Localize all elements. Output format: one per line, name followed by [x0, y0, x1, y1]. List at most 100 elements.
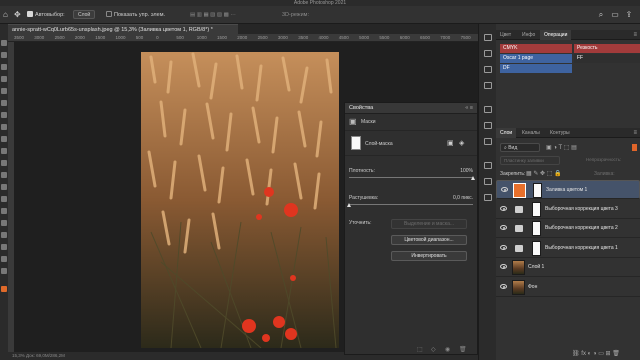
adjustment-layer-icon[interactable] [515, 205, 523, 213]
layer-mask-thumbnail[interactable] [532, 240, 541, 256]
layer-name[interactable]: Фон [528, 278, 537, 297]
document-image[interactable] [141, 52, 339, 348]
properties-header[interactable]: Свойства « ≡ [345, 103, 477, 114]
layer-thumbnail[interactable] [512, 260, 525, 275]
layer-filter-dropdown[interactable]: ⌕ Вид [500, 143, 540, 152]
layer-mask-thumbnail[interactable] [533, 183, 542, 198]
disable-mask-icon[interactable]: ◉ [445, 346, 450, 353]
feather-value[interactable]: 0,0 пикс. [425, 195, 473, 201]
visibility-eye-icon[interactable] [500, 225, 507, 230]
home-icon[interactable]: ⌂ [3, 10, 8, 20]
layer-row[interactable]: Выборочная коррекция цвета 3 [496, 200, 640, 219]
layer-row[interactable]: Слой 1 [496, 258, 640, 277]
properties-icon[interactable] [484, 106, 492, 113]
layer-name[interactable]: Заливка цветом 1 [546, 181, 587, 200]
action-item[interactable]: DF [500, 64, 572, 73]
search-icon[interactable]: ⌕ [596, 10, 606, 20]
layer-thumbnail[interactable] [512, 279, 525, 295]
align-icons[interactable]: ▤ ▥ ▦ ▧ ▨ ▩ ··· [190, 10, 236, 20]
path-select-tool-icon[interactable] [1, 232, 7, 238]
layer-row[interactable]: Заливка цветом 1 [496, 180, 640, 199]
action-item[interactable]: FF [574, 54, 640, 63]
adjustment-layer-icon[interactable] [515, 244, 523, 252]
stamp-tool-icon[interactable] [1, 136, 7, 142]
pen-tool-icon[interactable] [1, 208, 7, 214]
brush-settings-icon[interactable] [484, 50, 492, 57]
gradients-icon[interactable] [484, 194, 492, 201]
adjustments-icon[interactable] [484, 122, 492, 129]
auto-select-toggle[interactable]: Автовыбор: [27, 10, 65, 20]
visibility-eye-icon[interactable] [501, 187, 508, 192]
adjustment-layer-icon[interactable] [515, 225, 523, 232]
vector-mask-icon[interactable]: ◈ [459, 139, 464, 147]
load-selection-icon[interactable]: ⬚ [417, 346, 423, 353]
marquee-tool-icon[interactable] [1, 52, 7, 58]
action-item[interactable]: Резкость [574, 44, 640, 53]
feather-slider[interactable] [349, 204, 473, 205]
crop-tool-icon[interactable] [1, 88, 7, 94]
delete-mask-icon[interactable]: 🗑 [459, 346, 467, 353]
auto-select-checkbox[interactable] [27, 11, 33, 17]
share-icon[interactable]: ⇪ [624, 10, 634, 20]
fill-color-thumbnail[interactable] [513, 183, 526, 198]
visibility-eye-icon[interactable] [500, 205, 507, 211]
layer-row[interactable]: Выборочная коррекция цвета 2 [496, 219, 640, 238]
action-item[interactable]: Oscar 1 page [500, 54, 572, 63]
lock-icons[interactable]: ▦ ✎ ✥ ⬚ 🔒 [526, 170, 562, 177]
select-pixel-mask-icon[interactable]: ▣ [447, 139, 454, 147]
layer-mask-thumbnail[interactable] [532, 221, 541, 236]
layer-mask-thumbnail[interactable] [351, 136, 361, 150]
shape-tool-icon[interactable] [1, 244, 7, 250]
layer-filter-icons[interactable]: ▣ ◑ T ⬚ ▤ [546, 144, 577, 151]
type-tool-icon[interactable] [1, 220, 7, 226]
brush-tool-icon[interactable] [1, 124, 7, 130]
panel-menu-icon[interactable]: ≡ [633, 30, 637, 40]
swatches-icon[interactable] [484, 178, 492, 185]
show-controls-toggle[interactable]: Показать упр. элем. [106, 10, 165, 20]
feather-slider-handle[interactable] [346, 203, 351, 207]
auto-select-dropdown[interactable]: Слой [73, 10, 96, 20]
density-slider[interactable] [349, 177, 473, 178]
invert-button[interactable]: Инвертировать [391, 251, 467, 261]
tab-layers[interactable]: Слои [496, 128, 517, 138]
layer-row[interactable]: Выборочная коррекция цвета 1 [496, 239, 640, 258]
horizontal-ruler[interactable]: 3500 3000 2500 2000 1500 1000 500 0 500 1000 1500 2… [8, 34, 496, 42]
info-icon[interactable] [484, 138, 492, 145]
zoom-tool-icon[interactable] [1, 268, 7, 274]
layers-footer-icons[interactable]: ⛓ fx ◐ ◑ ▭ ⊞ 🗑 [572, 350, 620, 357]
quick-select-tool-icon[interactable] [1, 76, 7, 82]
layer-name[interactable]: Выборочная коррекция цвета 3 [545, 200, 618, 219]
history-brush-tool-icon[interactable] [1, 148, 7, 154]
blur-tool-icon[interactable] [1, 184, 7, 190]
workspace-icon[interactable]: ▭ [610, 10, 620, 20]
gradient-tool-icon[interactable] [1, 172, 7, 178]
blend-mode-dropdown[interactable]: Пластинку заливки [500, 156, 560, 165]
actions-icon[interactable] [484, 66, 492, 73]
filter-toggle[interactable] [632, 144, 637, 151]
healing-tool-icon[interactable] [1, 112, 7, 118]
density-value[interactable]: 100% [425, 168, 473, 174]
history-icon[interactable] [484, 34, 492, 41]
panel-menu-icon[interactable]: « ≡ [465, 103, 473, 114]
color-range-button[interactable]: Цветовой диапазон... [391, 235, 467, 245]
tab-info[interactable]: Инфо [518, 30, 539, 40]
layer-row[interactable]: Фон [496, 278, 640, 297]
libraries-icon[interactable] [484, 162, 492, 169]
show-controls-checkbox[interactable] [106, 11, 112, 17]
visibility-eye-icon[interactable] [500, 244, 507, 250]
eyedropper-tool-icon[interactable] [1, 100, 7, 106]
action-item[interactable]: CMYK [500, 44, 572, 53]
eraser-tool-icon[interactable] [1, 160, 7, 166]
tab-actions[interactable]: Операции [540, 30, 572, 40]
dodge-tool-icon[interactable] [1, 196, 7, 202]
foreground-color-swatch[interactable] [1, 286, 7, 292]
layer-name[interactable]: Выборочная коррекция цвета 2 [545, 219, 618, 238]
tab-paths[interactable]: Контуры [546, 128, 574, 138]
select-and-mask-button[interactable]: Выделение и маска... [391, 219, 467, 229]
paragraph-icon[interactable] [484, 82, 492, 89]
document-tab[interactable]: annie-spratt-wCq0Lurb65s-unsplash.jpeg @… [8, 24, 238, 34]
tab-color[interactable]: Цвет [496, 30, 515, 40]
apply-mask-icon[interactable]: ◇ [431, 346, 436, 353]
layer-mask-thumbnail[interactable] [532, 201, 541, 217]
tab-channels[interactable]: Каналы [518, 128, 544, 138]
